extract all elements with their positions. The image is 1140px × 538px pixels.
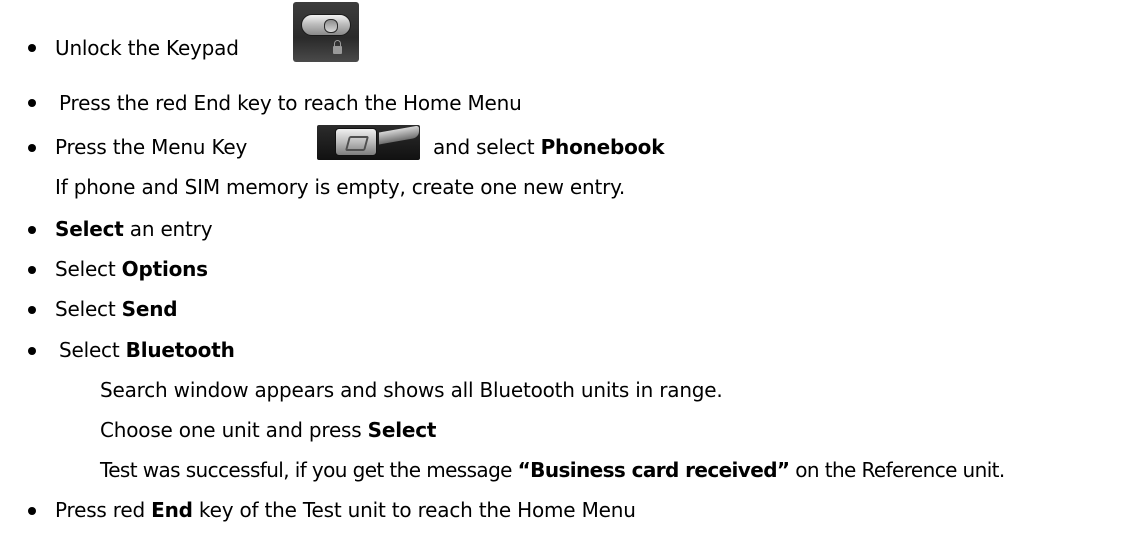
step-text: Press the red End key to reach the Home … xyxy=(59,91,522,115)
step-text: Unlock the Keypad xyxy=(55,36,239,60)
step-pre: Select xyxy=(55,257,122,281)
step-pre: Select xyxy=(55,297,122,321)
note-text: Search window appears and shows all Blue… xyxy=(100,378,723,402)
lock-slider xyxy=(301,14,351,36)
select-label: Select xyxy=(55,217,124,241)
note-empty-memory: If phone and SIM memory is empty, create… xyxy=(55,175,625,199)
business-card-message: “Business card received” xyxy=(517,458,790,482)
note-pre: Test was successful, if you get the mess… xyxy=(100,458,518,482)
bullet xyxy=(28,306,36,314)
bullet xyxy=(28,507,36,515)
step-post: an entry xyxy=(123,217,213,241)
step-post: key of the Test unit to reach the Home M… xyxy=(192,498,636,522)
step-press-end-test-unit: Press red End key of the Test unit to re… xyxy=(55,498,636,522)
bullet xyxy=(28,266,36,274)
select-label: Select xyxy=(367,418,437,442)
note-search-window: Search window appears and shows all Blue… xyxy=(100,378,723,402)
step-press-end-key: Press the red End key to reach the Home … xyxy=(59,91,522,115)
step-post: and select xyxy=(433,135,541,159)
phonebook-label: Phonebook xyxy=(540,135,665,159)
step-pre: Press red xyxy=(55,498,152,522)
bullet xyxy=(28,347,36,355)
step-select-bluetooth: Select Bluetooth xyxy=(59,338,235,362)
options-label: Options xyxy=(121,257,208,281)
note-choose-unit: Choose one unit and press Select xyxy=(100,418,436,442)
step-pre: Press the Menu Key xyxy=(55,135,248,159)
step-menu-key: Press the Menu Key xyxy=(55,135,247,159)
note-pre: Choose one unit and press xyxy=(100,418,368,442)
end-label: End xyxy=(151,498,193,522)
step-unlock-keypad: Unlock the Keypad xyxy=(55,36,239,60)
bullet xyxy=(28,144,36,152)
step-menu-key-select: and select Phonebook xyxy=(433,135,665,159)
menu-key-icon xyxy=(317,125,420,160)
step-pre: Select xyxy=(59,338,126,362)
menu-key-wing xyxy=(379,125,419,145)
step-select-entry: Select an entry xyxy=(55,217,213,241)
note-text: If phone and SIM memory is empty, create… xyxy=(55,175,626,199)
note-post: on the Reference unit. xyxy=(789,458,1005,482)
bullet xyxy=(28,226,36,234)
bullet xyxy=(28,99,36,107)
menu-key xyxy=(335,128,377,156)
step-select-options: Select Options xyxy=(55,257,208,281)
bluetooth-label: Bluetooth xyxy=(125,338,235,362)
step-select-send: Select Send xyxy=(55,297,178,321)
bullet xyxy=(28,44,36,52)
note-test-success: Test was successful, if you get the mess… xyxy=(100,458,1005,482)
send-label: Send xyxy=(121,297,178,321)
padlock-icon xyxy=(333,40,342,54)
keypad-lock-icon xyxy=(293,2,359,62)
